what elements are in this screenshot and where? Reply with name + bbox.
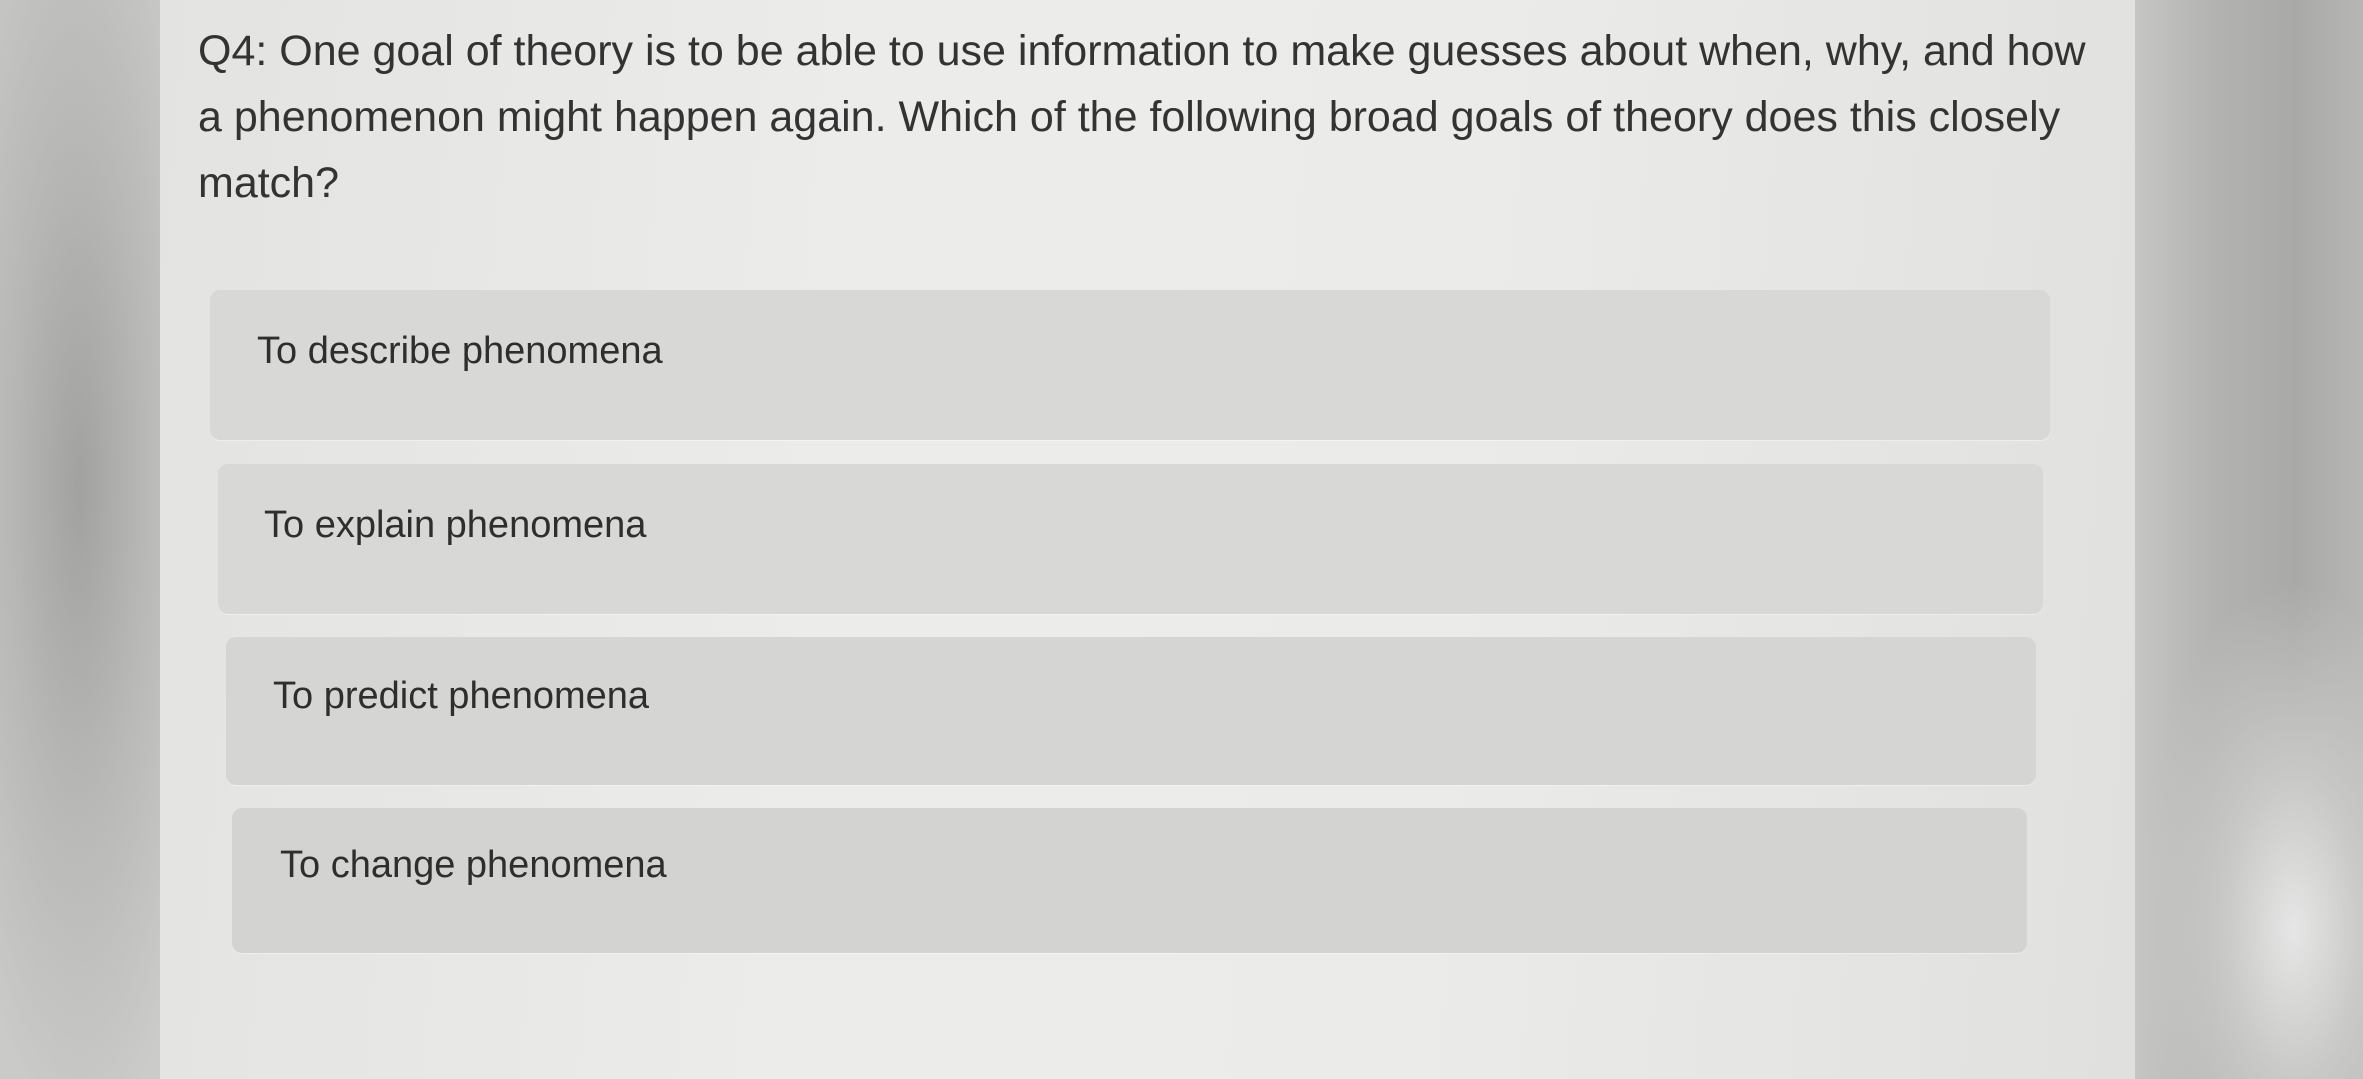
answer-option-label: To explain phenomena <box>264 504 647 546</box>
answer-option-label: To predict phenomena <box>273 675 650 717</box>
answer-option-change[interactable]: To change phenomena <box>232 808 2027 953</box>
answer-option-explain[interactable]: To explain phenomena <box>218 464 2043 614</box>
photo-background-right <box>2133 0 2363 1079</box>
answer-option-describe[interactable]: To describe phenomena <box>210 290 2050 440</box>
answer-option-predict[interactable]: To predict phenomena <box>226 637 2036 785</box>
answer-option-label: To change phenomena <box>280 844 667 886</box>
answer-option-label: To describe phenomena <box>257 330 663 372</box>
question-text: Q4: One goal of theory is to be able to … <box>198 27 2086 207</box>
